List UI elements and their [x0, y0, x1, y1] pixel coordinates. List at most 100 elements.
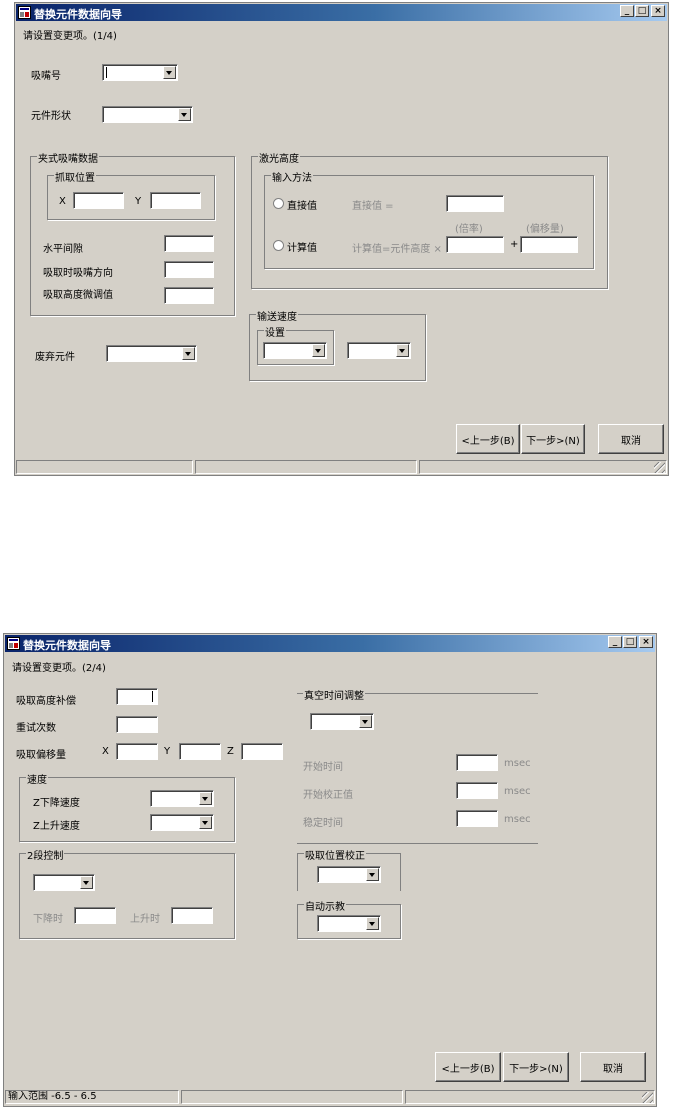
chevron-down-icon[interactable] [199, 816, 212, 829]
chevron-down-icon[interactable] [178, 108, 191, 121]
pick-position-correction-select[interactable] [317, 866, 381, 883]
shape-select[interactable] [102, 106, 193, 123]
resize-grip-icon[interactable] [642, 1092, 653, 1103]
retry-count-input[interactable] [116, 716, 158, 733]
two-stage-select[interactable] [33, 874, 95, 891]
stable-time-input[interactable] [456, 810, 498, 827]
speed-setting-select[interactable] [263, 342, 327, 359]
cancel-button[interactable]: 取消 [598, 424, 664, 454]
prev-button[interactable]: <上一步(B) [435, 1052, 501, 1082]
chevron-down-icon[interactable] [312, 344, 325, 357]
pick-height-comp-label: 吸取高度补偿 [16, 696, 76, 707]
z-down-speed-select[interactable] [150, 790, 214, 807]
msec-unit-2: msec [504, 786, 531, 797]
status-cell-2 [195, 460, 417, 474]
start-check-input[interactable] [456, 782, 498, 799]
pick-offset-label: 吸取偏移量 [16, 750, 66, 761]
title-bar[interactable]: 替换元件数据向导 _ □ × [5, 635, 655, 652]
direct-value-equation: 直接值 = [352, 201, 394, 212]
calc-value-radio[interactable] [273, 240, 284, 251]
height-fine-label: 吸取高度微调值 [43, 290, 113, 301]
step-prompt: 请设置变更项。(1/4) [23, 31, 117, 42]
nozzle-no-select[interactable] [102, 64, 178, 81]
offset-label: (偏移量) [526, 224, 564, 235]
up-input[interactable] [171, 907, 213, 924]
vacuum-select[interactable] [310, 713, 374, 730]
z-up-speed-select[interactable] [150, 814, 214, 831]
group-title: 自动示教 [304, 898, 346, 913]
ratio-label: (倍率) [455, 224, 483, 235]
pick-x-input[interactable] [73, 192, 124, 209]
close-icon[interactable]: × [639, 636, 653, 648]
offset-x-input[interactable] [116, 743, 158, 760]
direct-value-radio-label: 直接值 [287, 201, 317, 212]
offset-input[interactable] [520, 236, 578, 253]
direct-value-radio[interactable] [273, 198, 284, 209]
chevron-down-icon[interactable] [182, 347, 195, 360]
calc-value-equation: 计算值=元件高度 × [352, 244, 442, 255]
chevron-down-icon[interactable] [80, 876, 93, 889]
status-cell-1 [16, 460, 193, 474]
discard-label: 废弃元件 [35, 352, 75, 363]
prev-button[interactable]: <上一步(B) [456, 424, 520, 454]
down-input[interactable] [74, 907, 116, 924]
h-gap-input[interactable] [164, 235, 214, 252]
window-title: 替换元件数据向导 [23, 639, 111, 652]
x-label: X [59, 196, 66, 207]
group-title: 设置 [264, 324, 286, 339]
y-label: Y [135, 196, 142, 207]
chevron-down-icon[interactable] [163, 66, 176, 79]
z-label: Z [227, 746, 234, 757]
up-label: 上升时 [130, 914, 160, 925]
pick-y-input[interactable] [150, 192, 201, 209]
height-fine-input[interactable] [164, 287, 214, 304]
next-button[interactable]: 下一步>(N) [503, 1052, 569, 1082]
group-title: 2段控制 [26, 847, 65, 862]
start-check-label: 开始校正值 [303, 790, 353, 801]
minimize-icon[interactable]: _ [620, 5, 634, 17]
maximize-icon[interactable]: □ [635, 5, 649, 17]
app-icon [18, 6, 31, 19]
offset-z-input[interactable] [241, 743, 283, 760]
direct-value-input[interactable] [446, 195, 504, 212]
group-title: 输送速度 [256, 308, 298, 323]
group-title: 速度 [26, 771, 48, 786]
nozzle-no-label: 吸嘴号 [31, 71, 61, 82]
status-bar: 输入范围 -6.5 - 6.5 [5, 1089, 655, 1105]
chevron-down-icon[interactable] [366, 868, 379, 881]
wizard-window-step1: 替换元件数据向导 _ □ × 请设置变更项。(1/4) 吸嘴号 元件形状 夹式吸嘴数… [14, 2, 669, 476]
ratio-input[interactable] [446, 236, 504, 253]
next-button[interactable]: 下一步>(N) [521, 424, 585, 454]
x-label: X [102, 746, 109, 757]
plus-sign: + [510, 239, 519, 250]
retry-count-label: 重试次数 [16, 723, 56, 734]
h-gap-label: 水平间隙 [43, 244, 83, 255]
cancel-button[interactable]: 取消 [580, 1052, 646, 1082]
chevron-down-icon[interactable] [396, 344, 409, 357]
step-prompt: 请设置变更项。(2/4) [12, 663, 106, 674]
nozzle-dir-label: 吸取时吸嘴方向 [43, 268, 113, 279]
speed-value-select[interactable] [347, 342, 411, 359]
offset-y-input[interactable] [179, 743, 221, 760]
auto-teach-select[interactable] [317, 915, 381, 932]
start-time-input[interactable] [456, 754, 498, 771]
title-bar[interactable]: 替换元件数据向导 _ □ × [16, 4, 667, 21]
status-bar [16, 459, 667, 475]
group-title: 夹式吸嘴数据 [37, 150, 99, 165]
msec-unit-3: msec [504, 814, 531, 825]
chevron-down-icon[interactable] [359, 715, 372, 728]
resize-grip-icon[interactable] [654, 462, 665, 473]
status-input-range: 输入范围 -6.5 - 6.5 [5, 1090, 179, 1104]
close-icon[interactable]: × [651, 5, 665, 17]
status-cell-3 [419, 460, 667, 474]
minimize-icon[interactable]: _ [608, 636, 622, 648]
discard-select[interactable] [106, 345, 197, 362]
two-stage-control-group: 2段控制 [19, 847, 235, 939]
group-title: 真空时间调整 [303, 687, 365, 702]
group-title: 输入方法 [271, 169, 313, 184]
z-down-speed-label: Z下降速度 [33, 798, 80, 809]
chevron-down-icon[interactable] [199, 792, 212, 805]
nozzle-dir-input[interactable] [164, 261, 214, 278]
chevron-down-icon[interactable] [366, 917, 379, 930]
maximize-icon[interactable]: □ [623, 636, 637, 648]
